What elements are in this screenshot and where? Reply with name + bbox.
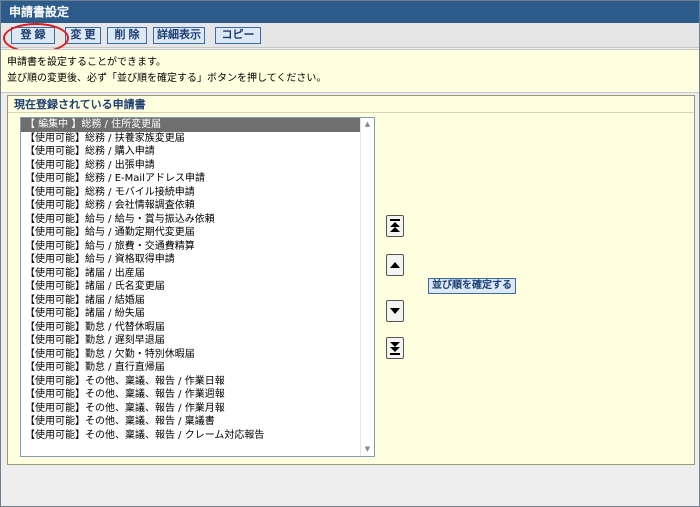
list-item[interactable]: 【使用可能】給与 / 給与・賞与振込み依頼 <box>21 213 361 227</box>
move-down-icon <box>390 308 400 314</box>
move-up-button[interactable] <box>386 254 404 276</box>
list-item[interactable]: 【使用可能】諸届 / 結婚届 <box>21 294 361 308</box>
list-rows: 【 編集中 】総務 / 住所変更届 【使用可能】総務 / 扶養家族変更届 【使用可能… <box>21 118 361 456</box>
window-title: 申請書設定 <box>1 1 699 23</box>
list-item[interactable]: 【使用可能】勤怠 / 代替休暇届 <box>21 321 361 335</box>
list-item[interactable]: 【使用可能】諸届 / 氏名変更届 <box>21 280 361 294</box>
info-line-1: 申請書を設定することができます。 <box>7 57 166 68</box>
list-item[interactable]: 【使用可能】勤怠 / 遅刻早退届 <box>21 334 361 348</box>
list-item[interactable]: 【使用可能】勤怠 / 欠勤・特別休暇届 <box>21 348 361 362</box>
confirm-order-button[interactable]: 並び順を確定する <box>428 278 516 294</box>
list-item[interactable]: 【使用可能】総務 / 出張申請 <box>21 159 361 173</box>
list-item[interactable]: 【使用可能】給与 / 資格取得申請 <box>21 253 361 267</box>
forms-listbox[interactable]: 【 編集中 】総務 / 住所変更届 【使用可能】総務 / 扶養家族変更届 【使用可能… <box>20 117 375 457</box>
list-item[interactable]: 【使用可能】総務 / 扶養家族変更届 <box>21 132 361 146</box>
change-button[interactable]: 変 更 <box>65 27 101 44</box>
list-item[interactable]: 【使用可能】その他、稟議、報告 / 作業月報 <box>21 402 361 416</box>
scroll-down-icon[interactable]: ▼ <box>361 443 374 456</box>
list-item[interactable]: 【使用可能】諸届 / 出産届 <box>21 267 361 281</box>
move-bottom-icon <box>390 342 400 355</box>
list-item[interactable]: 【使用可能】その他、稟議、報告 / 作業日報 <box>21 375 361 389</box>
list-item[interactable]: 【使用可能】総務 / E-Mailアドレス申請 <box>21 172 361 186</box>
move-bottom-button[interactable] <box>386 337 404 359</box>
delete-button[interactable]: 削 除 <box>107 27 147 44</box>
scroll-up-icon[interactable]: ▲ <box>361 118 374 131</box>
footer-area <box>1 466 699 506</box>
info-box: 申請書を設定することができます。 並び順の変更後、必ず「並び順を確定する」ボタン… <box>1 49 699 93</box>
details-button[interactable]: 詳細表示 <box>153 27 205 44</box>
list-item[interactable]: 【使用可能】その他、稟議、報告 / 作業週報 <box>21 388 361 402</box>
register-button[interactable]: 登 録 <box>11 27 55 44</box>
list-item[interactable]: 【使用可能】総務 / 購入申請 <box>21 145 361 159</box>
list-item[interactable]: 【使用可能】給与 / 旅費・交通費精算 <box>21 240 361 254</box>
list-item[interactable]: 【使用可能】その他、稟議、報告 / クレーム対応報告 <box>21 429 361 443</box>
move-down-button[interactable] <box>386 300 404 322</box>
toolbar: 登 録 変 更 削 除 詳細表示 コピー <box>1 23 699 48</box>
info-line-2: 並び順の変更後、必ず「並び順を確定する」ボタンを押してください。 <box>7 73 327 84</box>
move-up-icon <box>390 262 400 268</box>
move-top-icon <box>390 219 400 232</box>
list-item[interactable]: 【使用可能】諸届 / 紛失届 <box>21 307 361 321</box>
copy-button[interactable]: コピー <box>215 27 261 44</box>
list-item[interactable]: 【使用可能】その他、稟議、報告 / 稟議書 <box>21 415 361 429</box>
app-window: 申請書設定 登 録 変 更 削 除 詳細表示 コピー 申請書を設定することができ… <box>0 0 700 507</box>
list-item[interactable]: 【使用可能】総務 / モバイル接続申請 <box>21 186 361 200</box>
list-item[interactable]: 【 編集中 】総務 / 住所変更届 <box>21 118 361 132</box>
list-item[interactable]: 【使用可能】勤怠 / 直行直帰届 <box>21 361 361 375</box>
registered-forms-panel: 現在登録されている申請書 【 編集中 】総務 / 住所変更届 【使用可能】総務 /… <box>7 95 695 465</box>
list-item[interactable]: 【使用可能】給与 / 通勤定期代変更届 <box>21 226 361 240</box>
list-scrollbar[interactable]: ▲ ▼ <box>360 118 374 456</box>
panel-title: 現在登録されている申請書 <box>8 96 694 113</box>
move-top-button[interactable] <box>386 215 404 237</box>
list-item[interactable]: 【使用可能】総務 / 会社情報調査依頼 <box>21 199 361 213</box>
